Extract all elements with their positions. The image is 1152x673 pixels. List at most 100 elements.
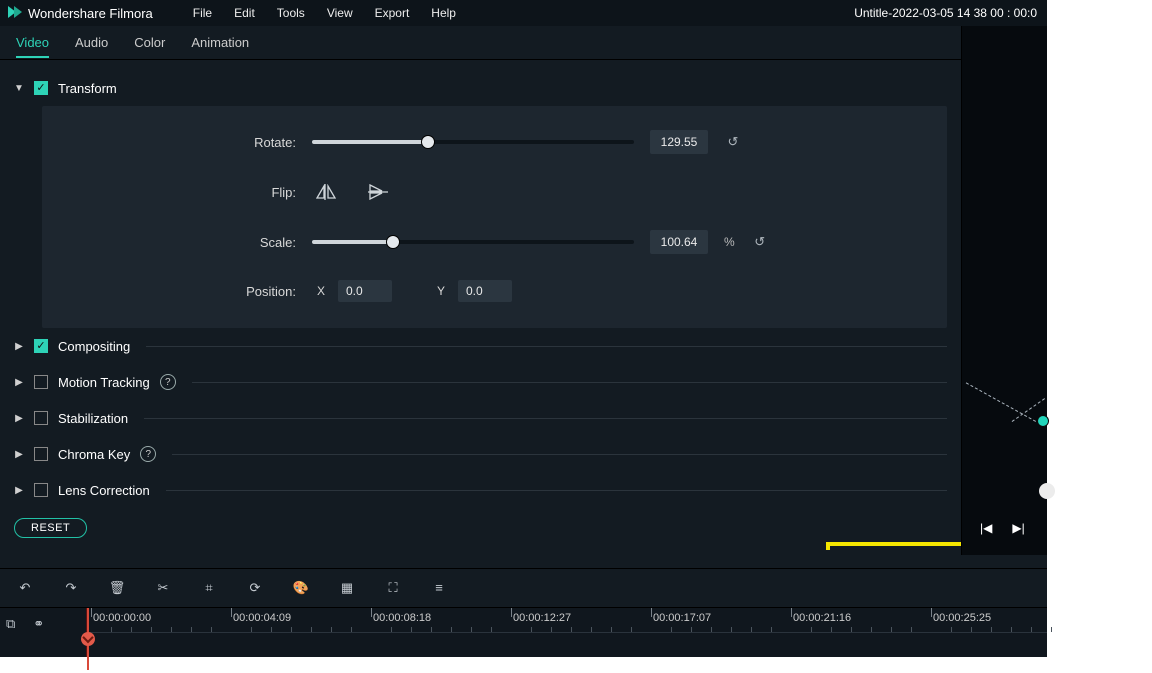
color-icon[interactable]: 🎨 (292, 579, 310, 597)
chevron-right-icon: ▶ (14, 377, 24, 388)
checkbox-transform[interactable] (34, 81, 48, 95)
value-rotate[interactable]: 129.55 (650, 130, 708, 154)
add-track-icon[interactable]: ⧉ (6, 616, 15, 632)
playhead[interactable] (87, 608, 89, 670)
ruler-timecode: 00:00:25:25 (933, 612, 991, 624)
slider-scale[interactable] (312, 240, 634, 244)
section-stab-header[interactable]: ▶ Stabilization (14, 400, 947, 436)
label-scale: Scale: (82, 235, 312, 250)
checkbox-compositing[interactable] (34, 339, 48, 353)
expand-icon[interactable]: ⛶ (384, 579, 402, 597)
menu-view[interactable]: View (327, 6, 353, 20)
section-stab-label: Stabilization (58, 411, 128, 426)
menu-help[interactable]: Help (431, 6, 456, 20)
label-position: Position: (82, 284, 312, 299)
section-chroma-label: Chroma Key (58, 447, 130, 462)
player-controls: |◀ ▶| (980, 521, 1040, 535)
section-transform-header[interactable]: ▼ Transform (14, 70, 947, 106)
section-compositing-header[interactable]: ▶ Compositing (14, 328, 947, 364)
reset-rotate-icon[interactable]: ↺ (724, 133, 742, 151)
chevron-right-icon: ▶ (14, 413, 24, 424)
tab-video[interactable]: Video (16, 35, 49, 58)
ruler-timecode: 00:00:21:16 (793, 612, 851, 624)
ruler-timecode: 00:00:00:00 (93, 612, 151, 624)
timeline-toolbar: ↶ ↷ 🗑 ✂ ⌗ ⟳ 🎨 ▦ ⛶ ≡ (0, 568, 1047, 608)
speed-icon[interactable]: ⟳ (246, 579, 264, 597)
menubar: Wondershare Filmora File Edit Tools View… (0, 0, 1047, 26)
reset-scale-icon[interactable]: ↺ (751, 233, 769, 251)
row-rotate: Rotate: 129.55 ↺ (82, 130, 907, 154)
flip-horizontal-icon[interactable] (312, 180, 340, 204)
row-position: Position: X 0.0 Y 0.0 (82, 280, 907, 302)
section-transform-label: Transform (58, 81, 117, 96)
scrub-handle[interactable] (1039, 483, 1055, 499)
label-flip: Flip: (82, 185, 312, 200)
value-pos-y[interactable]: 0.0 (458, 280, 512, 302)
chevron-right-icon: ▶ (14, 449, 24, 460)
label-y: Y (432, 284, 450, 298)
app-window: Wondershare Filmora File Edit Tools View… (0, 0, 1047, 657)
menu-tools[interactable]: Tools (277, 6, 305, 20)
crop-icon[interactable]: ⌗ (200, 579, 218, 597)
preview-panel: |◀ ▶| (961, 26, 1047, 555)
settings-icon[interactable]: ≡ (430, 579, 448, 597)
menu-edit[interactable]: Edit (234, 6, 255, 20)
tab-audio[interactable]: Audio (75, 35, 108, 50)
panel-actions: RESET (14, 518, 947, 538)
label-rotate: Rotate: (82, 135, 312, 150)
timeline-track-area[interactable]: 00:00:00:00 00:00:04:09 00:00:08:18 00:00:1… (86, 608, 1047, 658)
greenscreen-icon[interactable]: ▦ (338, 579, 356, 597)
playhead-handle-icon[interactable] (81, 632, 95, 646)
ruler-timecode: 00:00:04:09 (233, 612, 291, 624)
row-flip: Flip: (82, 180, 907, 204)
help-icon[interactable]: ? (160, 374, 176, 390)
filmora-icon (6, 4, 22, 23)
document-title: Untitle-2022-03-05 14 38 00 : 00:0 (854, 6, 1041, 20)
unit-percent: % (724, 235, 735, 249)
checkbox-stab[interactable] (34, 411, 48, 425)
right-empty-area (1047, 0, 1152, 657)
highlight-box (826, 542, 961, 550)
brand: Wondershare Filmora (6, 4, 193, 23)
chevron-down-icon: ▼ (14, 83, 24, 94)
ruler-timecode: 00:00:12:27 (513, 612, 571, 624)
reset-button[interactable]: RESET (14, 518, 87, 538)
step-back-icon[interactable]: |◀ (980, 521, 992, 535)
brand-name: Wondershare Filmora (28, 6, 153, 21)
menu-export[interactable]: Export (375, 6, 410, 20)
undo-icon[interactable]: ↶ (16, 579, 34, 597)
section-motion-label: Motion Tracking (58, 375, 150, 390)
top-menu: File Edit Tools View Export Help (193, 6, 456, 20)
tab-color[interactable]: Color (134, 35, 165, 50)
section-motion-header[interactable]: ▶ Motion Tracking ? (14, 364, 947, 400)
help-icon[interactable]: ? (140, 446, 156, 462)
redo-icon[interactable]: ↷ (62, 579, 80, 597)
cut-icon[interactable]: ✂ (154, 579, 172, 597)
step-forward-icon[interactable]: ▶| (1012, 521, 1024, 535)
properties-panel: ▼ Transform Rotate: 129.55 (0, 60, 961, 550)
link-icon[interactable]: ⚭ (33, 616, 44, 632)
tab-animation[interactable]: Animation (191, 35, 249, 50)
menu-file[interactable]: File (193, 6, 212, 20)
checkbox-chroma[interactable] (34, 447, 48, 461)
section-lens-header[interactable]: ▶ Lens Correction (14, 472, 947, 508)
timeline-left-tools: ⧉ ⚭ (0, 608, 86, 658)
checkbox-motion[interactable] (34, 375, 48, 389)
ruler-timecode: 00:00:08:18 (373, 612, 431, 624)
keyframe-dot-icon[interactable] (1038, 416, 1048, 426)
chevron-right-icon: ▶ (14, 485, 24, 496)
ruler-timecode: 00:00:17:07 (653, 612, 711, 624)
delete-icon[interactable]: 🗑 (108, 579, 126, 597)
section-compositing-label: Compositing (58, 339, 130, 354)
section-chroma-header[interactable]: ▶ Chroma Key ? (14, 436, 947, 472)
transform-card: Rotate: 129.55 ↺ Flip: (42, 106, 947, 328)
flip-vertical-icon[interactable] (364, 180, 392, 204)
row-scale: Scale: 100.64 % ↺ (82, 230, 907, 254)
timeline[interactable]: ⧉ ⚭ 00:00:00:0000:00:04:0900:00:08:1800:… (0, 608, 1047, 658)
value-scale[interactable]: 100.64 (650, 230, 708, 254)
slider-rotate[interactable] (312, 140, 634, 144)
value-pos-x[interactable]: 0.0 (338, 280, 392, 302)
property-tabs: Video Audio Color Animation (0, 26, 961, 60)
checkbox-lens[interactable] (34, 483, 48, 497)
timeline-ruler[interactable]: 00:00:00:00 00:00:04:09 00:00:08:18 00:00:1… (87, 608, 1047, 632)
